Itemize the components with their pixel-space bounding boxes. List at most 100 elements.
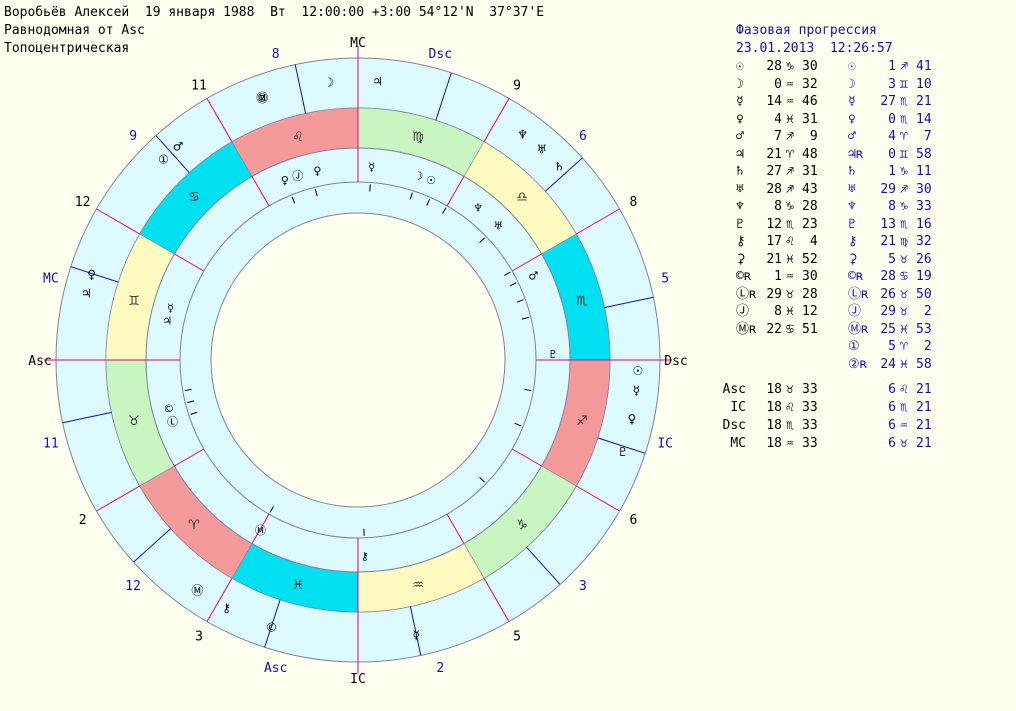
progressed-planet-symbol: ⚷	[848, 234, 858, 249]
house-label: 11	[43, 436, 59, 451]
natal-planet-symbol: ♆	[736, 199, 744, 214]
progressed-sign: ♊	[900, 76, 908, 92]
natal-minutes: 31	[802, 111, 818, 127]
progressed-sign: ♉	[900, 286, 908, 302]
position-row: ©ʀ 1 ♒ 30 ©ʀ 28 ♋ 19	[716, 268, 1016, 286]
house-label: 2	[436, 661, 444, 676]
inner-planet-glyph: ☿	[167, 301, 174, 314]
natal-planet-symbol: ♅	[736, 181, 744, 197]
progressed-planet-symbol: ♀	[848, 111, 856, 127]
progressed-minutes: 16	[916, 216, 932, 232]
outer-planet-glyph: ♃	[372, 75, 383, 89]
progression-panel: Фазовая прогрессия 23.01.2013 12:26:57 ☉…	[716, 22, 1016, 453]
angle-name: Dsc	[722, 418, 746, 433]
progressed-sign: ♉	[900, 304, 908, 319]
position-row: ☿ 14 ♒ 46 ☿ 27 ♏ 21	[716, 93, 1016, 111]
house-label: 2	[79, 513, 87, 528]
natal-degree: 22	[766, 321, 782, 337]
angle-progressed-sign: ♏	[900, 400, 908, 415]
house-label: 9	[129, 129, 137, 144]
natal-sign: ♓	[786, 251, 794, 267]
house-label: 9	[513, 79, 521, 94]
inner-planet-glyph: Ⓛ	[167, 415, 178, 428]
angle-progressed-sign: ♌	[900, 382, 908, 397]
progressed-minutes: 19	[916, 269, 932, 284]
progressed-degree: 25	[880, 321, 896, 337]
natal-planet-symbol: ♀	[736, 111, 744, 127]
progressed-planet-symbol: ☉	[848, 59, 856, 74]
inner-planet-glyph: ♇	[548, 348, 558, 361]
natal-degree: 28	[766, 181, 782, 197]
inner-planet-glyph: Ⓜ	[255, 524, 266, 537]
progressed-planet-symbol: ☽	[848, 76, 856, 92]
angle-progressed-degree: 6	[888, 418, 896, 433]
outer-planet-glyph: ☿	[413, 628, 420, 642]
progressed-planet-symbol: Ⓛʀ	[848, 286, 869, 302]
progressed-sign: ♓	[900, 321, 908, 337]
natal-planet-symbol: Ⓛʀ	[736, 286, 757, 302]
outer-planet-glyph: ☿	[633, 383, 640, 397]
house-label: Asc	[28, 354, 51, 369]
progressed-minutes: 2	[916, 339, 932, 354]
natal-planet-symbol: ⚳	[736, 251, 746, 267]
progressed-planet-symbol: Ⓜʀ	[848, 321, 869, 337]
angle-progressed-degree: 6	[888, 382, 896, 397]
progressed-sign: ♈	[900, 339, 908, 354]
zodiac-sign-glyph: ♊	[128, 294, 140, 309]
progressed-sign: ♍	[900, 234, 908, 249]
progressed-degree: 29	[880, 181, 896, 197]
natal-minutes: 51	[802, 321, 818, 337]
angle-progressed-sign: ♉	[900, 436, 908, 451]
house-label: IC	[350, 672, 366, 687]
angle-progressed-minutes: 21	[916, 382, 932, 397]
natal-sign: ♓	[786, 304, 794, 319]
progressed-minutes: 11	[916, 164, 932, 179]
natal-minutes: 43	[802, 181, 818, 197]
natal-planet-symbol: ♃	[736, 146, 744, 162]
position-row: ♅ 28 ♐ 43 ♅ 29 ♐ 30	[716, 181, 1016, 199]
progressed-minutes: 7	[916, 129, 932, 144]
progressed-degree: 29	[880, 304, 896, 319]
natal-sign: ♌	[786, 234, 794, 249]
natal-minutes: 46	[802, 94, 818, 109]
outer-planet-glyph: ☉	[632, 364, 643, 378]
angle-natal-sign: ♏	[786, 418, 794, 433]
house-label: 5	[513, 629, 521, 644]
house-label: 5	[661, 272, 669, 287]
natal-minutes: 30	[802, 269, 818, 284]
natal-sign: ♉	[786, 286, 794, 302]
natal-sign: ♏	[786, 216, 794, 232]
zodiac-sign-glyph: ♍	[412, 130, 424, 145]
progressed-minutes: 2	[916, 304, 932, 319]
progressed-planet-symbol: ☿	[848, 94, 856, 109]
outer-planet-glyph: ☽	[323, 76, 334, 90]
outer-planet-glyph: ⚷	[222, 601, 231, 615]
progressed-degree: 0	[888, 111, 896, 127]
natal-minutes: 48	[802, 146, 818, 162]
position-row: Ⓜʀ 22 ♋ 51 Ⓜʀ 25 ♓ 53	[716, 321, 1016, 339]
position-row: ♄ 27 ♐ 31 ♄ 1 ♑ 11	[716, 163, 1016, 181]
outer-planet-glyph: ♂	[173, 140, 184, 154]
natal-minutes: 4	[802, 234, 818, 249]
outer-planet-glyph: ♀	[627, 412, 636, 426]
progressed-planet-symbol: ♆	[848, 199, 856, 214]
planet-position-table: ☉ 28 ♑ 30 ☉ 1 ♐ 41 ☽ 0 ♒ 32 ☽ 3 ♊ 10 ☿ 14 ♒ 46 ☿ 27 ♏ 21 ♀ 4 ♓ 31 ♀ 0…	[716, 58, 1016, 373]
progressed-minutes: 21	[916, 94, 932, 109]
progression-datetime: 23.01.2013 12:26:57	[716, 40, 1016, 58]
natal-planet-symbol: Ⓜʀ	[736, 321, 757, 337]
natal-sign: ♒	[786, 269, 794, 284]
natal-minutes: 31	[802, 164, 818, 179]
inner-planet-glyph: ♅	[493, 220, 503, 233]
natal-minutes: 12	[802, 304, 818, 319]
position-row: Ⓛʀ 29 ♉ 28 Ⓛʀ 26 ♉ 50	[716, 286, 1016, 304]
progressed-minutes: 10	[916, 76, 932, 92]
house-label: Asc	[264, 661, 287, 676]
progressed-minutes: 14	[916, 111, 932, 127]
natal-wheel-chart[interactable]: ♉♊♋♌ ♍♎♏♐♑♒♓♈MCDsc9685DscIC6352ICAsc31221…	[0, 0, 716, 711]
natal-sign: ♒	[786, 76, 794, 92]
natal-minutes: 23	[802, 216, 818, 232]
progressed-degree: 1	[888, 59, 896, 74]
progressed-planet-symbol: ♄	[848, 164, 856, 179]
outer-planet-glyph: ♆	[517, 127, 528, 141]
angle-progressed-sign: ♒	[900, 418, 908, 433]
